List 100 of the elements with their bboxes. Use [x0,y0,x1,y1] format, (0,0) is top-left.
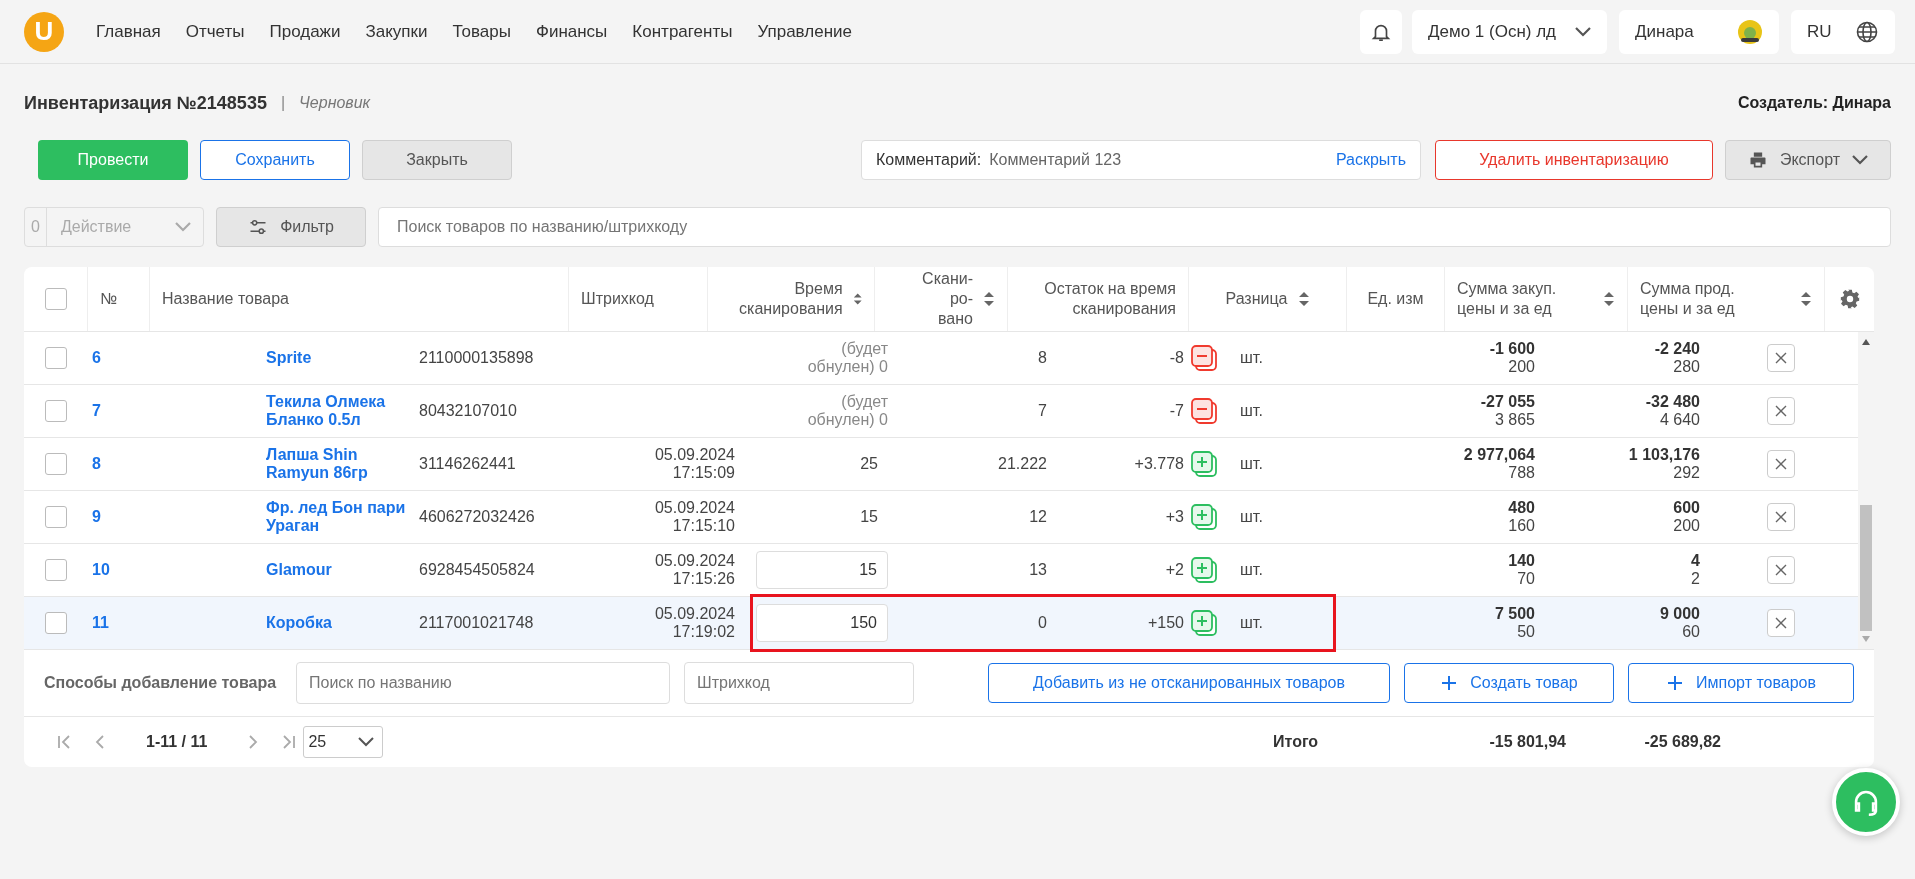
column-header: Разница [1225,289,1288,309]
row-number-link[interactable]: 10 [92,561,110,579]
filter-button[interactable]: Фильтр [216,207,366,247]
purchase-total: -1 600 [1489,340,1535,358]
product-name-link[interactable]: Фр. лед Бон пари Ураган [248,499,411,535]
search-field[interactable]: Поиск товаров по названию/штрихкоду [378,207,1891,247]
expand-link[interactable]: Раскрыть [1335,151,1406,169]
remove-button[interactable] [1767,503,1795,531]
purchase-unit-price: 788 [1508,464,1535,482]
remove-button[interactable] [1767,450,1795,478]
product-name-link[interactable]: Текила Олмека Бланко 0.5л [248,393,411,429]
scrollbar[interactable] [1858,332,1874,649]
barcode-text: 80432107010 [419,402,517,420]
sort-icon[interactable] [1800,291,1812,307]
row-number-link[interactable]: 6 [92,349,101,367]
scanned-quantity-field[interactable]: 15 [756,551,888,589]
barcode-field[interactable]: Штрихкод [684,662,914,704]
export-button[interactable]: Экспорт [1725,140,1891,180]
nav-link[interactable]: Закупки [365,21,428,42]
row-checkbox[interactable] [45,506,67,528]
plus-stack-icon [1190,503,1218,531]
barcode-text: 31146262441 [419,455,516,473]
row-checkbox[interactable] [45,453,67,475]
product-name-link[interactable]: Лапша Shin Ramyun 86гр [248,446,411,482]
stock-quantity: 21.222 [998,455,1047,473]
row-number-link[interactable]: 9 [92,508,101,526]
delete-button[interactable]: Удалить инвентаризацию [1435,140,1713,180]
nav-link[interactable]: Товары [452,21,511,42]
document-title: Инвентаризация №2148535 [24,92,267,114]
row-checkbox[interactable] [45,400,67,422]
row-number-link[interactable]: 7 [92,402,101,420]
settings-icon[interactable] [1838,288,1861,310]
difference-value: +3.778 [1134,455,1184,473]
remove-button[interactable] [1767,344,1795,372]
sort-icon[interactable] [983,291,995,307]
nav-link[interactable]: Контрагенты [632,21,733,42]
page-size-select[interactable]: 25 [303,726,384,758]
notifications-button[interactable] [1360,9,1402,54]
row-checkbox[interactable] [45,559,67,581]
difference-value: +3 [1165,508,1184,526]
column-header: Название товара [162,289,289,309]
add-unscanned-button[interactable]: Добавить из не отсканированных товаров [988,663,1390,703]
purchase-unit-price: 50 [1517,623,1535,641]
scan-date: 05.09.2024 [654,499,735,517]
chevron-icon [1852,155,1869,165]
sort-icon[interactable] [1297,291,1310,307]
unit-text: шт. [1240,614,1263,632]
remove-button[interactable] [1767,397,1795,425]
scan-time: 17:19:02 [672,623,735,641]
save-button[interactable]: Сохранить [200,140,350,180]
difference-value: -8 [1169,349,1184,367]
unit-text: шт. [1240,561,1263,579]
comment-field[interactable]: Комментарий: Комментарий 123 Раскрыть [861,140,1421,180]
close-button[interactable]: Закрыть [362,140,512,180]
language-select[interactable]: RU [1791,9,1895,54]
product-name-link[interactable]: Коробка [248,614,332,632]
document-status: Черновик [299,94,371,112]
sliders-icon [248,217,269,237]
company-select[interactable]: Демо 1 (Осн) лд [1412,9,1607,54]
column-header: Штрихкод [581,289,654,309]
sort-icon[interactable] [852,291,862,307]
close-icon [1775,511,1787,523]
plus-stack-icon [1190,450,1218,478]
sort-icon[interactable] [1603,291,1615,307]
import-products-button[interactable]: Импорт товаров [1628,663,1854,703]
purchase-total: 7 500 [1494,605,1535,623]
row-checkbox[interactable] [45,612,67,634]
row-checkbox[interactable] [45,347,67,369]
product-name-link[interactable]: Glamour [248,561,332,579]
minus-stack-icon [1190,344,1218,372]
add-methods-label: Способы добавление товара [44,674,278,692]
user-menu[interactable]: Динара [1619,9,1779,54]
column-header: № [100,289,118,309]
nav-link[interactable]: Продажи [269,21,341,42]
scroll-up-icon[interactable] [1861,338,1871,346]
post-button[interactable]: Провести [38,140,188,180]
name-search-field[interactable]: Поиск по названию [296,662,670,704]
minus-stack-icon [1190,397,1218,425]
scanned-quantity-field[interactable]: 150 [756,604,888,642]
select-all-checkbox[interactable] [44,288,67,310]
sale-total: -2 240 [1654,340,1700,358]
column-header: Ед. изм [1367,289,1424,309]
create-product-button[interactable]: Создать товар [1404,663,1614,703]
scanned-quantity: 25 [860,455,879,473]
nav-link[interactable]: Финансы [535,21,608,42]
row-number-link[interactable]: 11 [92,614,109,632]
nav-link[interactable]: Главная [96,21,161,42]
purchase-unit-price: 3 865 [1494,411,1535,429]
nav-link[interactable]: Отчеты [185,21,245,42]
remove-button[interactable] [1767,556,1795,584]
row-number-link[interactable]: 8 [92,455,101,473]
remove-button[interactable] [1767,609,1795,637]
scan-time: 17:15:10 [672,517,735,535]
unit-text: шт. [1240,402,1263,420]
product-name-link[interactable]: Sprite [248,349,312,367]
sale-unit-price: 200 [1673,517,1700,535]
scan-date: 05.09.2024 [654,605,735,623]
unit-text: шт. [1240,455,1263,473]
action-label: Действие [60,218,133,236]
nav-link[interactable]: Управление [757,21,852,42]
